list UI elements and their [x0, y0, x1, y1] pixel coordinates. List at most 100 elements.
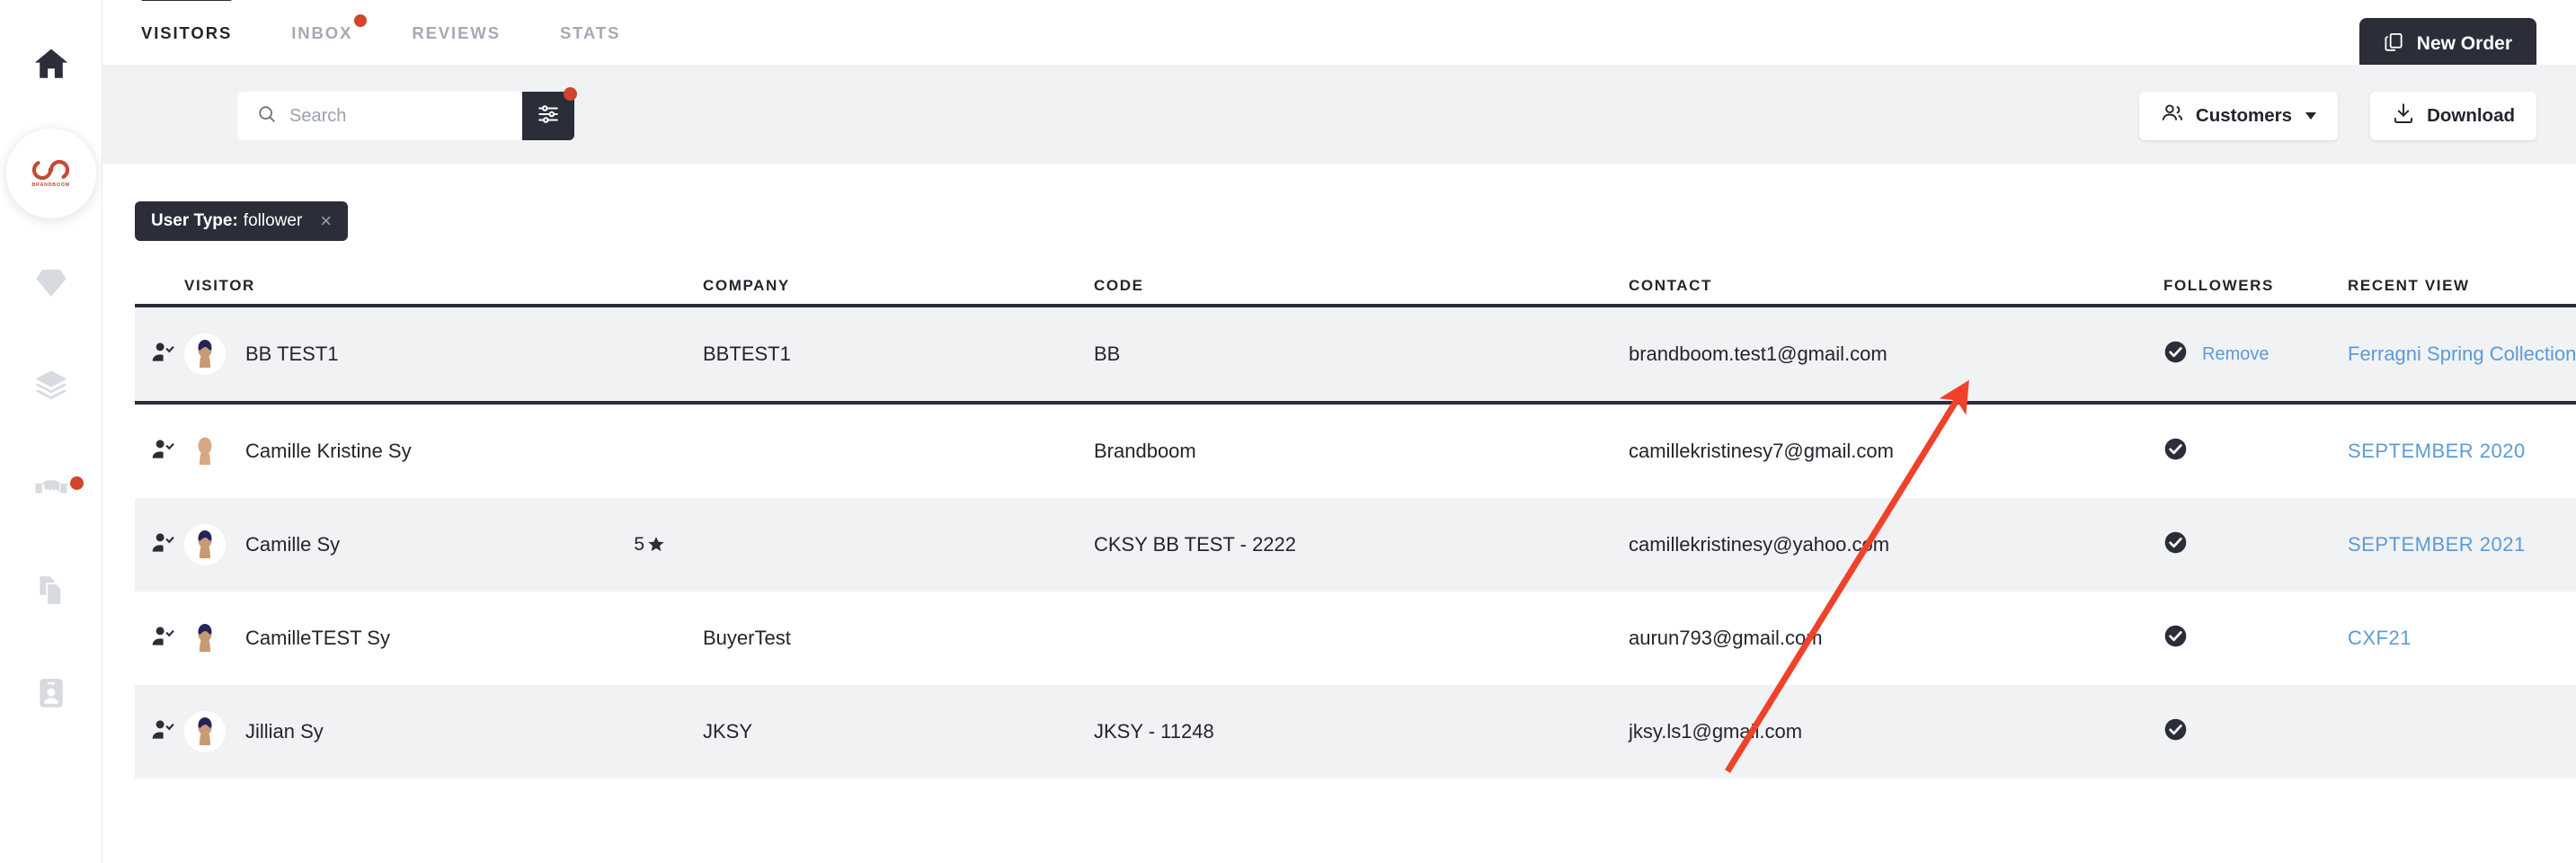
table-row[interactable]: CamilleTEST Sy BuyerTest aurun793@gmail.… — [135, 592, 2576, 685]
chevron-down-icon — [2305, 112, 2316, 120]
download-label: Download — [2427, 105, 2515, 126]
code-cell: Brandboom — [1094, 440, 1196, 462]
visitor-cell[interactable]: Camille Kristine Sy — [184, 431, 703, 472]
avatar — [184, 334, 226, 375]
star-icon — [647, 534, 665, 556]
avatar — [184, 618, 226, 659]
company-cell: BuyerTest — [703, 627, 791, 649]
visitor-rating: 5 — [634, 534, 703, 556]
remove-follower-link[interactable]: Remove — [2202, 344, 2269, 365]
brandboom-wordmark: BRANDBOOM — [31, 182, 70, 188]
deals-notification-dot — [69, 476, 84, 490]
verified-check-icon — [2163, 624, 2188, 653]
visitor-cell[interactable]: BB TEST1 — [184, 334, 703, 375]
search-box[interactable] — [237, 92, 522, 140]
search-group — [237, 87, 577, 140]
contact-cell: aurun793@gmail.com — [1629, 627, 1823, 649]
filter-chip-key: User Type: — [151, 211, 238, 230]
new-order-button[interactable]: New Order — [2358, 18, 2536, 70]
visitors-table: VISITOR COMPANY CODE CONTACT FOLLOWERS R… — [135, 261, 2576, 778]
app-root: BRANDBOOM VISITORS INBOX REVIEWS STATS N… — [0, 0, 2576, 863]
row-follow-status[interactable] — [135, 717, 184, 746]
row-follow-status[interactable] — [135, 437, 184, 466]
tab-reviews[interactable]: REVIEWS — [412, 0, 501, 43]
recent-view-link[interactable]: CXF21 — [2348, 627, 2412, 650]
column-header-code[interactable]: CODE — [1094, 277, 1629, 295]
sidebar-item-home[interactable] — [0, 13, 102, 115]
column-header-visitor[interactable]: VISITOR — [184, 277, 703, 295]
recent-view-link[interactable]: Ferragni Spring Collection 22 — [2348, 343, 2576, 366]
code-cell: JKSY - 11248 — [1094, 720, 1214, 743]
recent-view-link[interactable]: SEPTEMBER 2020 — [2348, 440, 2526, 463]
followers-cell — [2163, 624, 2348, 653]
user-check-icon — [151, 340, 175, 369]
tab-visitors-label: VISITORS — [141, 23, 233, 42]
table-row[interactable]: Camille Sy 5 CKSY BB TEST - 2222 camille… — [135, 498, 2576, 592]
sidebar-item-deals[interactable] — [0, 437, 102, 539]
sidebar-item-documents[interactable] — [0, 539, 102, 642]
tab-reviews-label: REVIEWS — [412, 23, 501, 42]
customers-dropdown-button[interactable]: Customers — [2138, 92, 2338, 140]
table-row[interactable]: BB TEST1 BBTEST1 BB brandboom.test1@gmai… — [135, 304, 2576, 405]
sidebar-item-brandboom[interactable]: BRANDBOOM — [0, 122, 102, 225]
filter-chip-value: follower — [243, 211, 303, 230]
sidebar-item-collections[interactable] — [0, 232, 102, 334]
code-cell: BB — [1094, 343, 1121, 365]
verified-check-icon — [2163, 437, 2188, 466]
avatar — [184, 711, 226, 752]
filter-active-badge — [564, 87, 577, 101]
tab-stats-label: STATS — [559, 23, 621, 42]
brandboom-logo-icon: BRANDBOOM — [31, 159, 71, 189]
followers-cell — [2163, 437, 2348, 466]
top-bar: VISITORS INBOX REVIEWS STATS New Order — [102, 0, 2576, 70]
user-check-icon — [151, 624, 175, 653]
row-follow-status[interactable] — [135, 530, 184, 559]
followers-cell: Remove — [2163, 340, 2348, 369]
user-check-icon — [151, 717, 175, 746]
table-row[interactable]: Jillian Sy JKSY JKSY - 11248 jksy.ls1@gm… — [135, 685, 2576, 778]
tab-inbox[interactable]: INBOX — [291, 0, 368, 43]
tab-inbox-label: INBOX — [291, 23, 353, 42]
column-header-recent-view[interactable]: RECENT VIEW — [2348, 277, 2576, 295]
close-icon[interactable]: × — [320, 211, 332, 231]
layers-icon — [33, 368, 69, 404]
visitor-cell[interactable]: Jillian Sy — [184, 711, 703, 752]
tab-stats[interactable]: STATS — [560, 0, 620, 43]
new-order-label: New Order — [2416, 33, 2512, 54]
visitor-name: Camille Kristine Sy — [245, 440, 412, 462]
visitor-name: Jillian Sy — [245, 720, 324, 743]
table-row[interactable]: Camille Kristine Sy Brandboom camillekri… — [135, 405, 2576, 498]
tab-visitors[interactable]: VISITORS — [141, 0, 233, 43]
sidebar-item-contacts[interactable] — [0, 642, 102, 744]
download-button[interactable]: Download — [2370, 92, 2536, 140]
row-follow-status[interactable] — [135, 340, 184, 369]
table-header-row: VISITOR COMPANY CODE CONTACT FOLLOWERS R… — [135, 261, 2576, 307]
search-input[interactable] — [289, 105, 496, 127]
visitor-name: CamilleTEST Sy — [245, 627, 390, 649]
copy-documents-icon — [34, 574, 68, 608]
row-follow-status[interactable] — [135, 624, 184, 653]
diamond-icon — [33, 265, 69, 301]
verified-check-icon — [2163, 340, 2188, 369]
company-cell: BBTEST1 — [703, 343, 791, 365]
filter-settings-button[interactable] — [522, 87, 577, 140]
contact-cell: camillekristinesy@yahoo.com — [1629, 533, 1890, 556]
column-header-contact[interactable]: CONTACT — [1629, 277, 2163, 295]
recent-view-link[interactable]: SEPTEMBER 2021 — [2348, 533, 2526, 556]
handshake-icon — [32, 469, 70, 507]
column-header-company[interactable]: COMPANY — [703, 277, 1094, 295]
verified-check-icon — [2163, 717, 2188, 746]
visitor-cell[interactable]: Camille Sy 5 — [184, 524, 703, 565]
visitor-cell[interactable]: CamilleTEST Sy — [184, 618, 703, 659]
column-header-followers[interactable]: FOLLOWERS — [2163, 277, 2348, 295]
recent-view-cell: CXF21 — [2348, 627, 2576, 650]
sliders-icon — [537, 102, 560, 130]
contact-cell: brandboom.test1@gmail.com — [1629, 343, 1888, 365]
sidebar-item-products[interactable] — [0, 334, 102, 437]
search-icon — [257, 104, 277, 129]
recent-view-cell: SEPTEMBER 2020 — [2348, 440, 2576, 463]
recent-view-cell: SEPTEMBER 2021 — [2348, 533, 2576, 556]
filter-chip-user-type[interactable]: User Type: follower × — [135, 201, 349, 241]
recent-view-cell: Ferragni Spring Collection 22 — [2348, 341, 2576, 368]
user-check-icon — [151, 530, 175, 559]
